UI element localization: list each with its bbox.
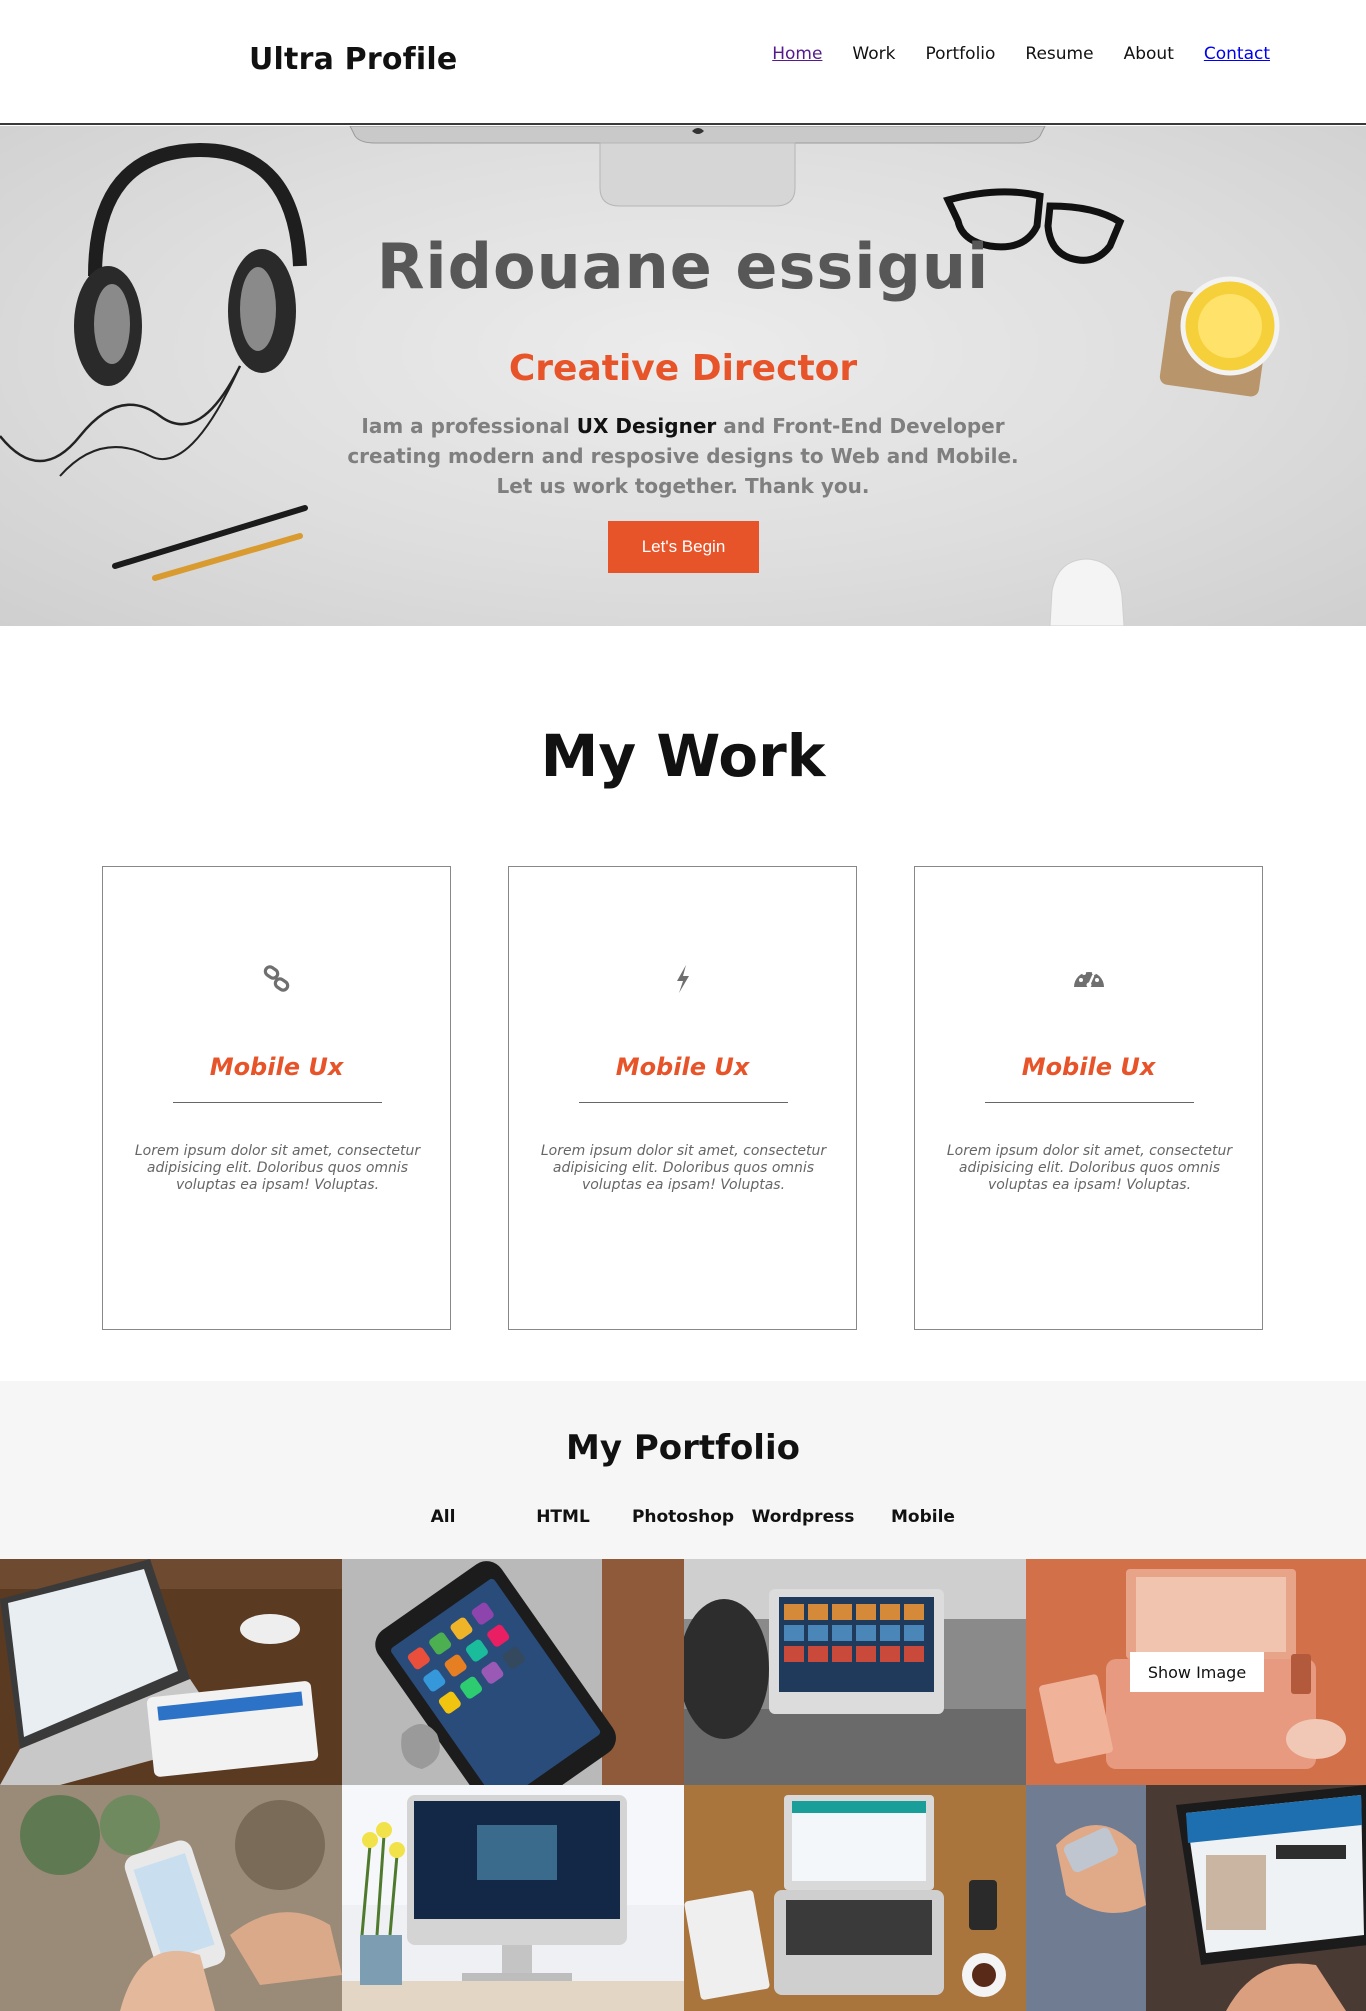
mouse-icon bbox=[1049, 558, 1125, 626]
imac-flowers-photo bbox=[342, 1785, 684, 2011]
laptop-coffee-photo bbox=[684, 1785, 1026, 2011]
work-card-title: Mobile Ux bbox=[209, 1053, 344, 1081]
work-card: Mobile Ux Lorem ipsum dolor sit amet, co… bbox=[914, 866, 1263, 1330]
portfolio-item[interactable] bbox=[1026, 1785, 1366, 2011]
portfolio-item[interactable] bbox=[0, 1559, 342, 1785]
work-card-divider bbox=[173, 1102, 382, 1103]
monitor-icon bbox=[349, 126, 1046, 207]
imac-desk-photo bbox=[684, 1559, 1026, 1785]
work-card-text: Lorem ipsum dolor sit amet, consectetur … bbox=[540, 1143, 827, 1193]
portfolio-section: My Portfolio All HTML Photoshop Wordpres… bbox=[0, 1381, 1366, 2011]
hero-intro-prefix: Iam a professional bbox=[361, 414, 577, 438]
portfolio-item[interactable] bbox=[684, 1559, 1026, 1785]
portfolio-item[interactable]: Show Image bbox=[1026, 1559, 1366, 1785]
hero-name: Ridouane essigui bbox=[376, 230, 990, 303]
nav-home[interactable]: Home bbox=[772, 44, 822, 64]
portfolio-grid: Show Image bbox=[0, 1559, 1366, 2011]
portfolio-item[interactable] bbox=[0, 1785, 342, 2011]
show-image-button[interactable]: Show Image bbox=[1130, 1652, 1264, 1692]
nav-contact[interactable]: Contact bbox=[1204, 44, 1270, 64]
portfolio-filters: All HTML Photoshop Wordpress Mobile bbox=[0, 1507, 1366, 1527]
hero-intro-highlight: UX Designer bbox=[576, 414, 717, 438]
work-card: Mobile Ux Lorem ipsum dolor sit amet, co… bbox=[102, 866, 451, 1330]
filter-photoshop[interactable]: Photoshop bbox=[623, 1507, 743, 1527]
site-logo[interactable]: Ultra Profile bbox=[249, 42, 457, 77]
nav-about[interactable]: About bbox=[1124, 44, 1174, 64]
site-header: Ultra Profile Home Work Portfolio Resume… bbox=[0, 0, 1366, 125]
nav-portfolio[interactable]: Portfolio bbox=[925, 44, 995, 64]
bolt-icon bbox=[509, 963, 856, 995]
hero-section: Ridouane essigui Creative Director Iam a… bbox=[0, 126, 1366, 626]
work-card-title: Mobile Ux bbox=[1021, 1053, 1156, 1081]
work-card-title: Mobile Ux bbox=[615, 1053, 750, 1081]
work-card-text: Lorem ipsum dolor sit amet, consectetur … bbox=[946, 1143, 1233, 1193]
pencil-icon bbox=[112, 505, 308, 581]
filter-all[interactable]: All bbox=[383, 1507, 503, 1527]
filter-wordpress[interactable]: Wordpress bbox=[743, 1507, 863, 1527]
dashboard-icon bbox=[915, 963, 1262, 995]
hand-phone-photo bbox=[0, 1785, 342, 2011]
filter-html[interactable]: HTML bbox=[503, 1507, 623, 1527]
headphones-icon bbox=[0, 142, 307, 477]
nav-resume[interactable]: Resume bbox=[1025, 44, 1093, 64]
portfolio-title: My Portfolio bbox=[566, 1428, 800, 1468]
work-card-divider bbox=[985, 1102, 1194, 1103]
work-card-text: Lorem ipsum dolor sit amet, consectetur … bbox=[134, 1143, 421, 1193]
laptop-website-photo bbox=[1026, 1785, 1366, 2011]
lets-begin-button[interactable]: Let's Begin bbox=[608, 521, 759, 573]
work-card: Mobile Ux Lorem ipsum dolor sit amet, co… bbox=[508, 866, 857, 1330]
portfolio-item[interactable] bbox=[342, 1785, 684, 2011]
hero-intro: Iam a professional UX Designer and Front… bbox=[333, 411, 1033, 501]
smartphone-photo bbox=[342, 1559, 684, 1785]
filter-mobile[interactable]: Mobile bbox=[863, 1507, 983, 1527]
work-card-divider bbox=[579, 1102, 788, 1103]
work-section-title: My Work bbox=[540, 722, 826, 790]
portfolio-item[interactable] bbox=[342, 1559, 684, 1785]
portfolio-item[interactable] bbox=[684, 1785, 1026, 2011]
main-nav: Home Work Portfolio Resume About Contact bbox=[772, 44, 1270, 64]
hero-role: Creative Director bbox=[508, 348, 858, 389]
link-icon bbox=[103, 963, 450, 995]
nav-work[interactable]: Work bbox=[852, 44, 895, 64]
laptop-tablet-photo bbox=[0, 1559, 342, 1785]
